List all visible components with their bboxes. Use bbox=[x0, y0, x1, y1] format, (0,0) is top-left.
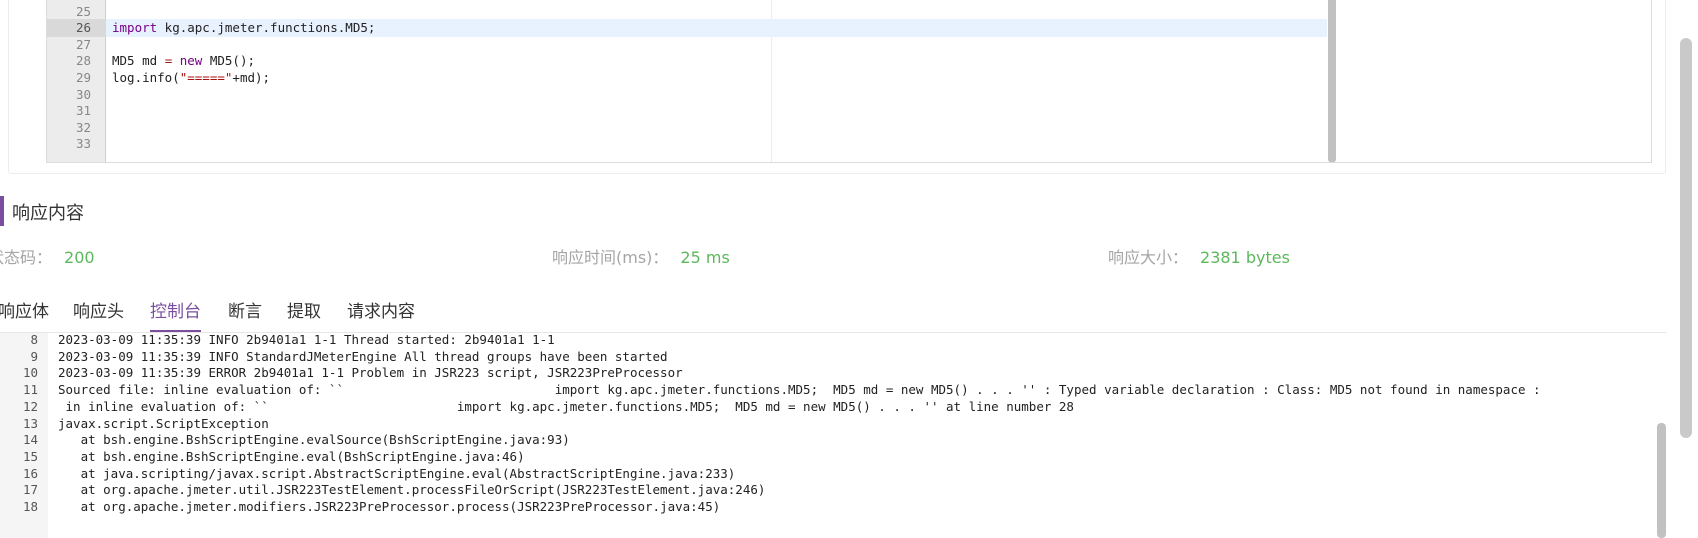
log-text: Sourced file: inline evaluation of: `` i… bbox=[58, 382, 1541, 398]
code-text: MD5 md = new MD5(); bbox=[112, 52, 255, 70]
code-line[interactable]: 31 bbox=[47, 102, 1327, 120]
line-number: 30 bbox=[75, 86, 91, 102]
log-line: 14 at bsh.engine.BshScriptEngine.evalSou… bbox=[0, 431, 1660, 449]
line-number: 26 bbox=[47, 19, 106, 38]
code-token: MD5(); bbox=[202, 53, 256, 69]
log-line: 18 at org.apache.jmeter.modifiers.JSR223… bbox=[0, 498, 1660, 516]
code-text: log.info("====="+md); bbox=[112, 69, 270, 87]
response-size-value: 2381 bytes bbox=[1200, 248, 1290, 267]
code-token: "=====" bbox=[179, 70, 233, 85]
tab-response-headers[interactable]: 响应头 bbox=[73, 297, 124, 322]
code-token: MD5 md bbox=[112, 53, 165, 69]
code-line[interactable]: 27 bbox=[47, 36, 1327, 54]
log-line-number: 10 bbox=[22, 365, 38, 381]
log-line: 10 2023-03-09 11:35:39 ERROR 2b9401a1 1-1… bbox=[0, 364, 1660, 382]
line-number: 29 bbox=[75, 70, 91, 85]
log-line-number: 17 bbox=[22, 482, 38, 498]
code-line[interactable]: 30 bbox=[47, 86, 1327, 104]
code-line[interactable]: 26 import kg.apc.jmeter.functions.MD5; bbox=[47, 19, 1327, 38]
code-token: log.info( bbox=[112, 70, 180, 85]
log-line-number: 11 bbox=[22, 382, 38, 398]
script-editor[interactable]: 242526import kg.apc.jmeter.functions.MD5… bbox=[46, 0, 1652, 163]
code-line[interactable]: 32 bbox=[47, 119, 1327, 137]
console-output[interactable]: 8 2023-03-09 11:35:39 INFO 2b9401a1 1-1 T… bbox=[0, 333, 1666, 538]
tab-extract[interactable]: 提取 bbox=[287, 297, 321, 322]
editor-scrollbar[interactable] bbox=[1328, 0, 1336, 162]
tab-request-content[interactable]: 请求内容 bbox=[347, 297, 415, 322]
tab-assertions[interactable]: 断言 bbox=[228, 297, 262, 322]
log-line: 11 Sourced file: inline evaluation of: ``… bbox=[0, 381, 1660, 399]
status-code: 状态码： 200 bbox=[0, 244, 95, 268]
log-line-number: 12 bbox=[22, 398, 38, 414]
log-line-number: 9 bbox=[30, 348, 38, 364]
log-line: 8 2023-03-09 11:35:39 INFO 2b9401a1 1-1 T… bbox=[0, 333, 1660, 349]
page-scrollbar[interactable] bbox=[1680, 38, 1692, 438]
console-scrollbar[interactable] bbox=[1657, 423, 1666, 538]
status-code-value: 200 bbox=[64, 248, 95, 267]
response-time-value: 25 ms bbox=[680, 248, 730, 267]
log-line-number: 13 bbox=[22, 415, 38, 431]
log-line: 9 2023-03-09 11:35:39 INFO StandardJMeter… bbox=[0, 348, 1660, 366]
code-line[interactable]: 33 bbox=[47, 135, 1327, 153]
response-time-label: 响应时间(ms)： bbox=[552, 248, 669, 267]
code-line[interactable]: 29 log.info("====="+md); bbox=[47, 69, 1327, 87]
log-line-number: 15 bbox=[22, 448, 38, 464]
log-line: 15 at bsh.engine.BshScriptEngine.eval(Bs… bbox=[0, 448, 1660, 466]
line-number: 27 bbox=[75, 36, 91, 52]
line-number: 28 bbox=[75, 53, 91, 69]
response-section-title: 响应内容 bbox=[12, 203, 84, 224]
log-line: 17 at org.apache.jmeter.util.JSR223TestE… bbox=[0, 481, 1660, 499]
code-token: kg.apc.jmeter.functions.MD5; bbox=[157, 20, 376, 36]
line-number: 33 bbox=[75, 136, 91, 152]
log-line-number: 8 bbox=[30, 333, 38, 347]
log-text: 2023-03-09 11:35:39 INFO StandardJMeterE… bbox=[58, 348, 668, 364]
code-line[interactable]: 28 MD5 md = new MD5(); bbox=[47, 52, 1327, 70]
code-token: +md); bbox=[232, 70, 271, 85]
line-number: 32 bbox=[75, 119, 91, 135]
response-time: 响应时间(ms)： 25 ms bbox=[552, 244, 730, 268]
log-text: at bsh.engine.BshScriptEngine.evalSource… bbox=[58, 432, 570, 448]
code-token: new bbox=[179, 53, 203, 69]
log-text: 2023-03-09 11:35:39 ERROR 2b9401a1 1-1 P… bbox=[58, 365, 683, 381]
line-number: 31 bbox=[75, 103, 91, 119]
log-text: at bsh.engine.BshScriptEngine.eval(BshSc… bbox=[58, 448, 525, 464]
response-size: 响应大小： 2381 bytes bbox=[1108, 244, 1290, 268]
code-line[interactable]: 25 bbox=[47, 3, 1327, 21]
log-text: at org.apache.jmeter.modifiers.JSR223Pre… bbox=[58, 499, 721, 514]
code-token: import bbox=[112, 20, 158, 36]
log-line: 12 in inline evaluation of: `` import kg… bbox=[0, 398, 1660, 416]
log-text: in inline evaluation of: `` import kg.ap… bbox=[58, 398, 1074, 414]
log-line-number: 18 bbox=[22, 499, 38, 514]
tab-response-body[interactable]: 响应体 bbox=[0, 297, 49, 322]
code-text: import kg.apc.jmeter.functions.MD5; bbox=[112, 19, 375, 37]
log-line-number: 14 bbox=[22, 432, 38, 448]
log-text: at java.scripting/javax.script.AbstractS… bbox=[58, 465, 736, 481]
line-number: 25 bbox=[75, 3, 91, 19]
log-line: 13 javax.script.ScriptException bbox=[0, 415, 1660, 433]
section-accent-bar bbox=[0, 196, 4, 226]
log-text: at org.apache.jmeter.util.JSR223TestElem… bbox=[58, 482, 766, 498]
log-text: javax.script.ScriptException bbox=[58, 415, 269, 431]
status-code-label: 状态码： bbox=[0, 248, 53, 267]
response-size-label: 响应大小： bbox=[1108, 248, 1189, 267]
log-line: 16 at java.scripting/javax.script.Abstra… bbox=[0, 465, 1660, 483]
log-line-number: 16 bbox=[22, 465, 38, 481]
tab-console[interactable]: 控制台 bbox=[150, 297, 201, 322]
script-editor-card: 242526import kg.apc.jmeter.functions.MD5… bbox=[8, 0, 1666, 174]
log-text: 2023-03-09 11:35:39 INFO 2b9401a1 1-1 Th… bbox=[58, 333, 555, 347]
